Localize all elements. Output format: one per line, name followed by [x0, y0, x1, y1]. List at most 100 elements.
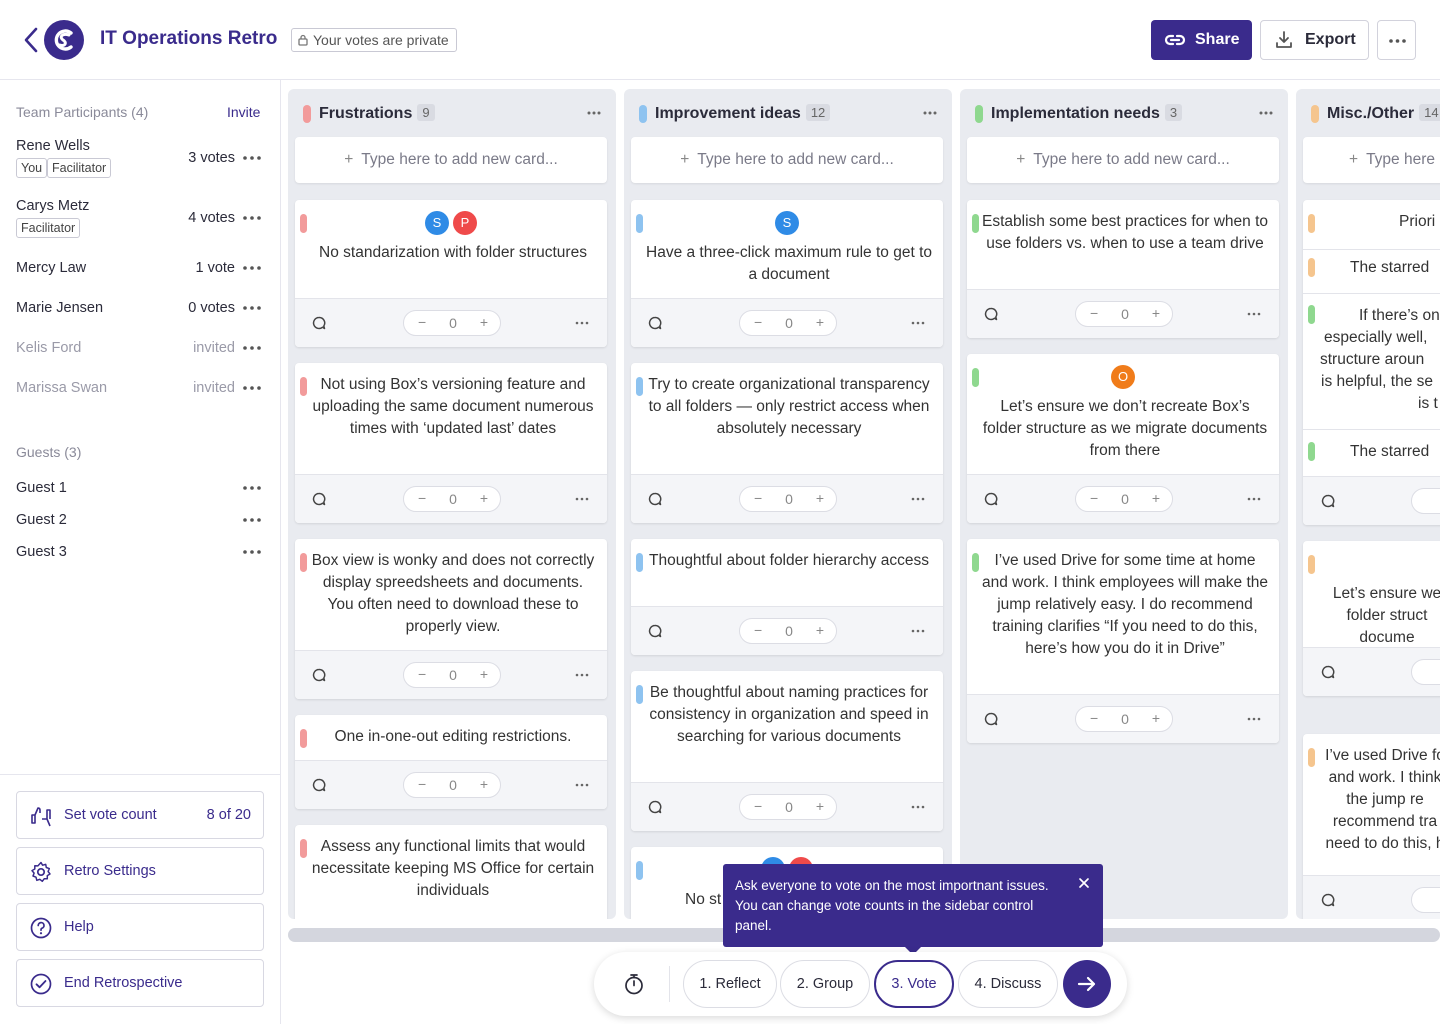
card-more-icon[interactable] — [911, 318, 925, 328]
card-footer: −0 + — [295, 760, 607, 809]
vote-stepper: −0 + — [403, 772, 501, 798]
comment-icon[interactable] — [1321, 665, 1335, 679]
card-footer: −0 + — [295, 474, 607, 523]
column-more-icon[interactable] — [1258, 106, 1274, 120]
comment-icon[interactable] — [1321, 893, 1335, 907]
share-button[interactable]: Share — [1151, 20, 1252, 60]
retro-card[interactable]: Thoughtful about folder hierarchy access… — [631, 539, 943, 655]
card-footer: −0 + — [295, 650, 607, 699]
participant-status: invited — [193, 380, 235, 396]
step-group[interactable]: 2. Group — [780, 960, 870, 1008]
participant-more-icon[interactable] — [242, 381, 262, 395]
retro-card[interactable]: O Let’s ensure we don’t recreate Box’s f… — [967, 354, 1279, 523]
back-icon[interactable] — [20, 26, 44, 54]
column-more-icon[interactable] — [922, 106, 938, 120]
card-color-stripe — [636, 553, 643, 572]
plus-icon[interactable]: + — [1152, 490, 1160, 506]
retro-card[interactable]: Establish some best practices for when t… — [967, 200, 1279, 338]
end-retrospective-button[interactable]: End Retrospective — [16, 959, 264, 1007]
invite-link[interactable]: Invite — [227, 104, 260, 120]
participant-more-icon[interactable] — [242, 151, 262, 165]
close-icon[interactable] — [1077, 876, 1091, 890]
card-more-icon[interactable] — [575, 780, 589, 790]
plus-icon[interactable]: + — [480, 666, 488, 682]
participant-more-icon[interactable] — [242, 301, 262, 315]
card-text: One in-one-out editing restrictions. — [334, 728, 572, 745]
export-button[interactable]: Export — [1260, 20, 1369, 60]
step-discuss[interactable]: 4. Discuss — [958, 960, 1058, 1008]
more-options-button[interactable] — [1377, 20, 1416, 60]
column-more-icon[interactable] — [586, 106, 602, 120]
participant-more-icon[interactable] — [242, 261, 262, 275]
retro-card[interactable]: Assess any functional limits that would … — [295, 825, 607, 919]
comment-icon[interactable] — [984, 712, 998, 726]
comment-icon[interactable] — [648, 316, 662, 330]
step-reflect[interactable]: 1. Reflect — [683, 960, 777, 1008]
retro-card[interactable]: I’ve used Drive for some time at home an… — [967, 539, 1279, 743]
comment-icon[interactable] — [984, 492, 998, 506]
card-more-icon[interactable] — [575, 494, 589, 504]
participant-more-icon[interactable] — [242, 341, 262, 355]
card-more-icon[interactable] — [911, 626, 925, 636]
help-button[interactable]: Help — [16, 903, 264, 951]
add-card-input[interactable]: + Type here to add new card... — [295, 137, 607, 183]
avatar: S — [425, 211, 449, 235]
plus-icon[interactable]: + — [480, 314, 488, 330]
card-more-icon[interactable] — [575, 318, 589, 328]
retro-card[interactable]: Let’s ensure we folder struct docume — [1303, 541, 1440, 696]
card-more-icon[interactable] — [911, 802, 925, 812]
next-step-button[interactable] — [1063, 960, 1111, 1008]
timer-button[interactable] — [614, 964, 654, 1004]
retro-card[interactable]: Try to create organizational transparenc… — [631, 363, 943, 523]
comment-icon[interactable] — [312, 668, 326, 682]
column-title: Implementation needs 3 — [991, 104, 1183, 123]
plus-icon[interactable]: + — [1152, 710, 1160, 726]
comment-icon[interactable] — [648, 800, 662, 814]
retro-card[interactable]: Box view is wonky and does not correctly… — [295, 539, 607, 699]
add-card-input[interactable]: + Type here — [1303, 137, 1440, 183]
retro-card[interactable]: Be thoughtful about naming practices for… — [631, 671, 943, 831]
set-vote-count-button[interactable]: Set vote count 8 of 20 — [16, 791, 264, 839]
plus-icon[interactable]: + — [816, 622, 824, 638]
comment-icon[interactable] — [1321, 494, 1335, 508]
column-misc-other: Misc./Other 14 + Type here Priori The star… — [1296, 89, 1440, 919]
card-more-icon[interactable] — [1247, 714, 1261, 724]
plus-icon: + — [1349, 151, 1359, 168]
guest-more-icon[interactable] — [242, 545, 262, 559]
comment-icon[interactable] — [648, 624, 662, 638]
comment-icon[interactable] — [312, 492, 326, 506]
card-more-icon[interactable] — [575, 670, 589, 680]
retro-card[interactable]: I’ve used Drive fo and work. I think the… — [1303, 734, 1440, 919]
plus-icon[interactable]: + — [816, 314, 824, 330]
vote-stepper — [1411, 659, 1440, 685]
participant-more-icon[interactable] — [242, 211, 262, 225]
card-more-icon[interactable] — [911, 494, 925, 504]
card-text: I’ve used Drive fo and work. I think the… — [1325, 747, 1440, 852]
comment-icon[interactable] — [312, 316, 326, 330]
guest-more-icon[interactable] — [242, 481, 262, 495]
comment-icon[interactable] — [312, 778, 326, 792]
comment-icon[interactable] — [648, 492, 662, 506]
retro-card[interactable]: One in-one-out editing restrictions. −0 + — [295, 715, 607, 809]
retro-card[interactable]: SP No standarization with folder structu… — [295, 200, 607, 347]
guest-more-icon[interactable] — [242, 513, 262, 527]
participants-heading: Team Participants (4) — [16, 104, 149, 120]
plus-icon[interactable]: + — [1152, 305, 1160, 321]
vote-stepper: −0 + — [403, 486, 501, 512]
arrow-right-icon — [1077, 976, 1096, 992]
retro-card[interactable]: S Have a three-click maximum rule to get… — [631, 200, 943, 347]
comment-icon[interactable] — [984, 307, 998, 321]
retro-card[interactable]: Not using Box’s versioning feature and u… — [295, 363, 607, 523]
card-more-icon[interactable] — [1247, 309, 1261, 319]
step-vote[interactable]: 3. Vote — [874, 960, 954, 1008]
add-card-input[interactable]: + Type here to add new card... — [631, 137, 943, 183]
plus-icon[interactable]: + — [816, 490, 824, 506]
add-card-input[interactable]: + Type here to add new card... — [967, 137, 1279, 183]
retro-settings-button[interactable]: Retro Settings — [16, 847, 264, 895]
retro-card-group[interactable]: Priori The starred If there’s one especi… — [1303, 200, 1440, 525]
card-more-icon[interactable] — [1247, 494, 1261, 504]
card-color-stripe — [1308, 442, 1315, 461]
plus-icon[interactable]: + — [480, 776, 488, 792]
plus-icon[interactable]: + — [816, 798, 824, 814]
plus-icon[interactable]: + — [480, 490, 488, 506]
